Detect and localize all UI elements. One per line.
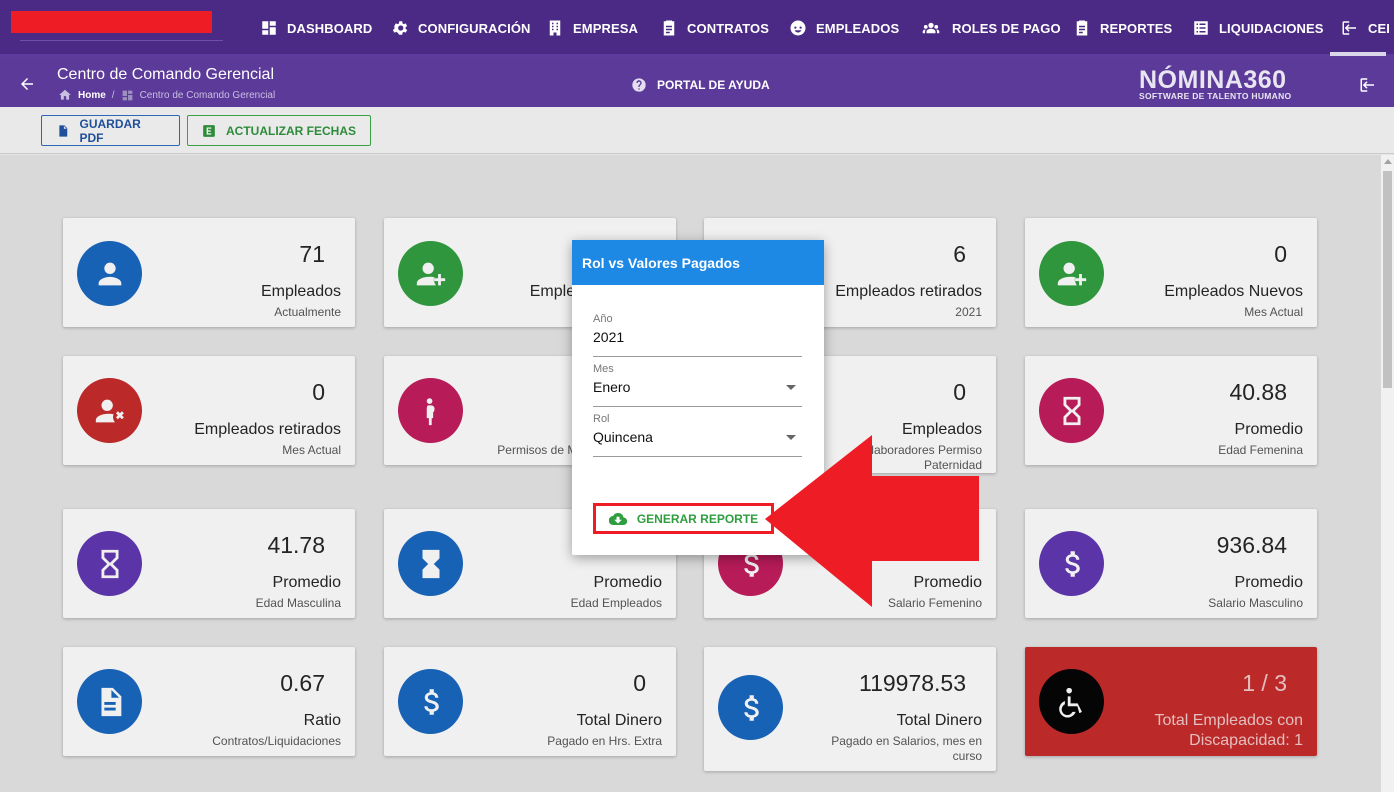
generate-report-button[interactable]: GENERAR REPORTE bbox=[593, 503, 774, 534]
nav-contratos[interactable]: CONTRATOS bbox=[660, 18, 769, 38]
nav-reportes[interactable]: REPORTES bbox=[1073, 18, 1172, 38]
top-navbar: DASHBOARD CONFIGURACIÓN EMPRESA CONTRATO… bbox=[0, 0, 1394, 58]
red-arrow-annotation bbox=[765, 435, 979, 607]
vertical-scrollbar[interactable] bbox=[1381, 155, 1394, 792]
brand-redacted bbox=[11, 11, 212, 33]
nav-configuracion[interactable]: CONFIGURACIÓN bbox=[391, 18, 531, 38]
scroll-up-arrow[interactable] bbox=[1384, 159, 1392, 164]
save-pdf-button[interactable]: GUARDAR PDF bbox=[41, 115, 180, 146]
clipboard-icon bbox=[663, 20, 675, 36]
nav-label: ROLES DE PAGO bbox=[952, 20, 1061, 36]
logout-icon[interactable] bbox=[1359, 76, 1377, 94]
nav-liquidaciones[interactable]: LIQUIDACIONES bbox=[1192, 18, 1324, 38]
pdf-icon bbox=[59, 124, 68, 137]
year-field[interactable]: Año 2021 bbox=[593, 313, 802, 357]
breadcrumb-home[interactable]: Home bbox=[78, 90, 106, 101]
month-select[interactable]: Mes Enero bbox=[593, 363, 802, 407]
update-dates-label: ACTUALIZAR FECHAS bbox=[226, 123, 356, 138]
rol-label: Rol bbox=[593, 413, 610, 425]
dashboard-icon bbox=[122, 90, 132, 100]
nomina360-logo: NÓMINA360 SOFTWARE DE TALENTO HUMANO bbox=[1139, 66, 1292, 102]
nav-label: CONTRATOS bbox=[687, 20, 770, 36]
save-pdf-label: GUARDAR PDF bbox=[79, 116, 141, 145]
help-portal-link[interactable]: PORTAL DE AYUDA bbox=[631, 77, 770, 93]
nav-label: EMPRESA bbox=[573, 20, 638, 36]
nav-label: LIQUIDACIONES bbox=[1219, 20, 1324, 36]
cloud-download-icon bbox=[608, 512, 627, 525]
brand-underline bbox=[20, 40, 223, 41]
logo-sub: SOFTWARE DE TALENTO HUMANO bbox=[1139, 91, 1292, 101]
scroll-thumb[interactable] bbox=[1383, 171, 1392, 388]
page-title: Centro de Comando Gerencial bbox=[57, 66, 275, 83]
breadcrumb-current: Centro de Comando Gerencial bbox=[139, 89, 276, 101]
breadcrumb: Home / Centro de Comando Gerencial bbox=[58, 88, 275, 102]
logout-icon bbox=[1342, 21, 1356, 35]
home-icon bbox=[59, 89, 71, 100]
breadcrumb-separator: / bbox=[111, 89, 115, 101]
active-tab-indicator bbox=[1330, 52, 1386, 56]
dialog-title: Rol vs Valores Pagados bbox=[572, 240, 824, 285]
group-icon bbox=[922, 22, 940, 34]
nav-empleados[interactable]: EMPLEADOS bbox=[789, 18, 899, 38]
help-icon bbox=[632, 78, 646, 92]
back-arrow-icon[interactable] bbox=[18, 75, 36, 93]
year-input[interactable]: 2021 bbox=[593, 329, 802, 349]
gear-icon bbox=[392, 21, 408, 35]
page-header: Centro de Comando Gerencial Home / Centr… bbox=[0, 58, 1394, 107]
nav-label: DASHBOARD bbox=[287, 20, 373, 36]
face-icon bbox=[790, 20, 806, 36]
update-dates-button[interactable]: ACTUALIZAR FECHAS bbox=[187, 115, 371, 146]
nav-dashboard[interactable]: DASHBOARD bbox=[260, 18, 372, 38]
dashboard-icon bbox=[262, 21, 276, 35]
clipboard-icon bbox=[1076, 20, 1088, 36]
year-label: Año bbox=[593, 313, 613, 325]
generate-report-label: GENERAR REPORTE bbox=[636, 511, 759, 526]
month-label: Mes bbox=[593, 363, 614, 375]
chevron-down-icon[interactable] bbox=[786, 385, 796, 390]
list-icon bbox=[1194, 21, 1208, 35]
nav-label: REPORTES bbox=[1100, 20, 1173, 36]
nav-cerrar[interactable]: CEI bbox=[1341, 18, 1390, 38]
building-icon bbox=[549, 20, 561, 36]
nav-label: EMPLEADOS bbox=[816, 20, 900, 36]
month-value[interactable]: Enero bbox=[593, 379, 802, 399]
help-label: PORTAL DE AYUDA bbox=[657, 78, 770, 92]
logo-main: NÓMINA360 bbox=[1139, 66, 1287, 94]
nav-empresa[interactable]: EMPRESA bbox=[546, 18, 638, 38]
action-toolbar: GUARDAR PDF ACTUALIZAR FECHAS bbox=[0, 107, 1394, 154]
excel-icon bbox=[203, 124, 215, 137]
nav-label: CEI bbox=[1368, 20, 1390, 36]
nav-roles-de-pago[interactable]: ROLES DE PAGO bbox=[919, 18, 1061, 38]
nav-label: CONFIGURACIÓN bbox=[418, 20, 531, 36]
